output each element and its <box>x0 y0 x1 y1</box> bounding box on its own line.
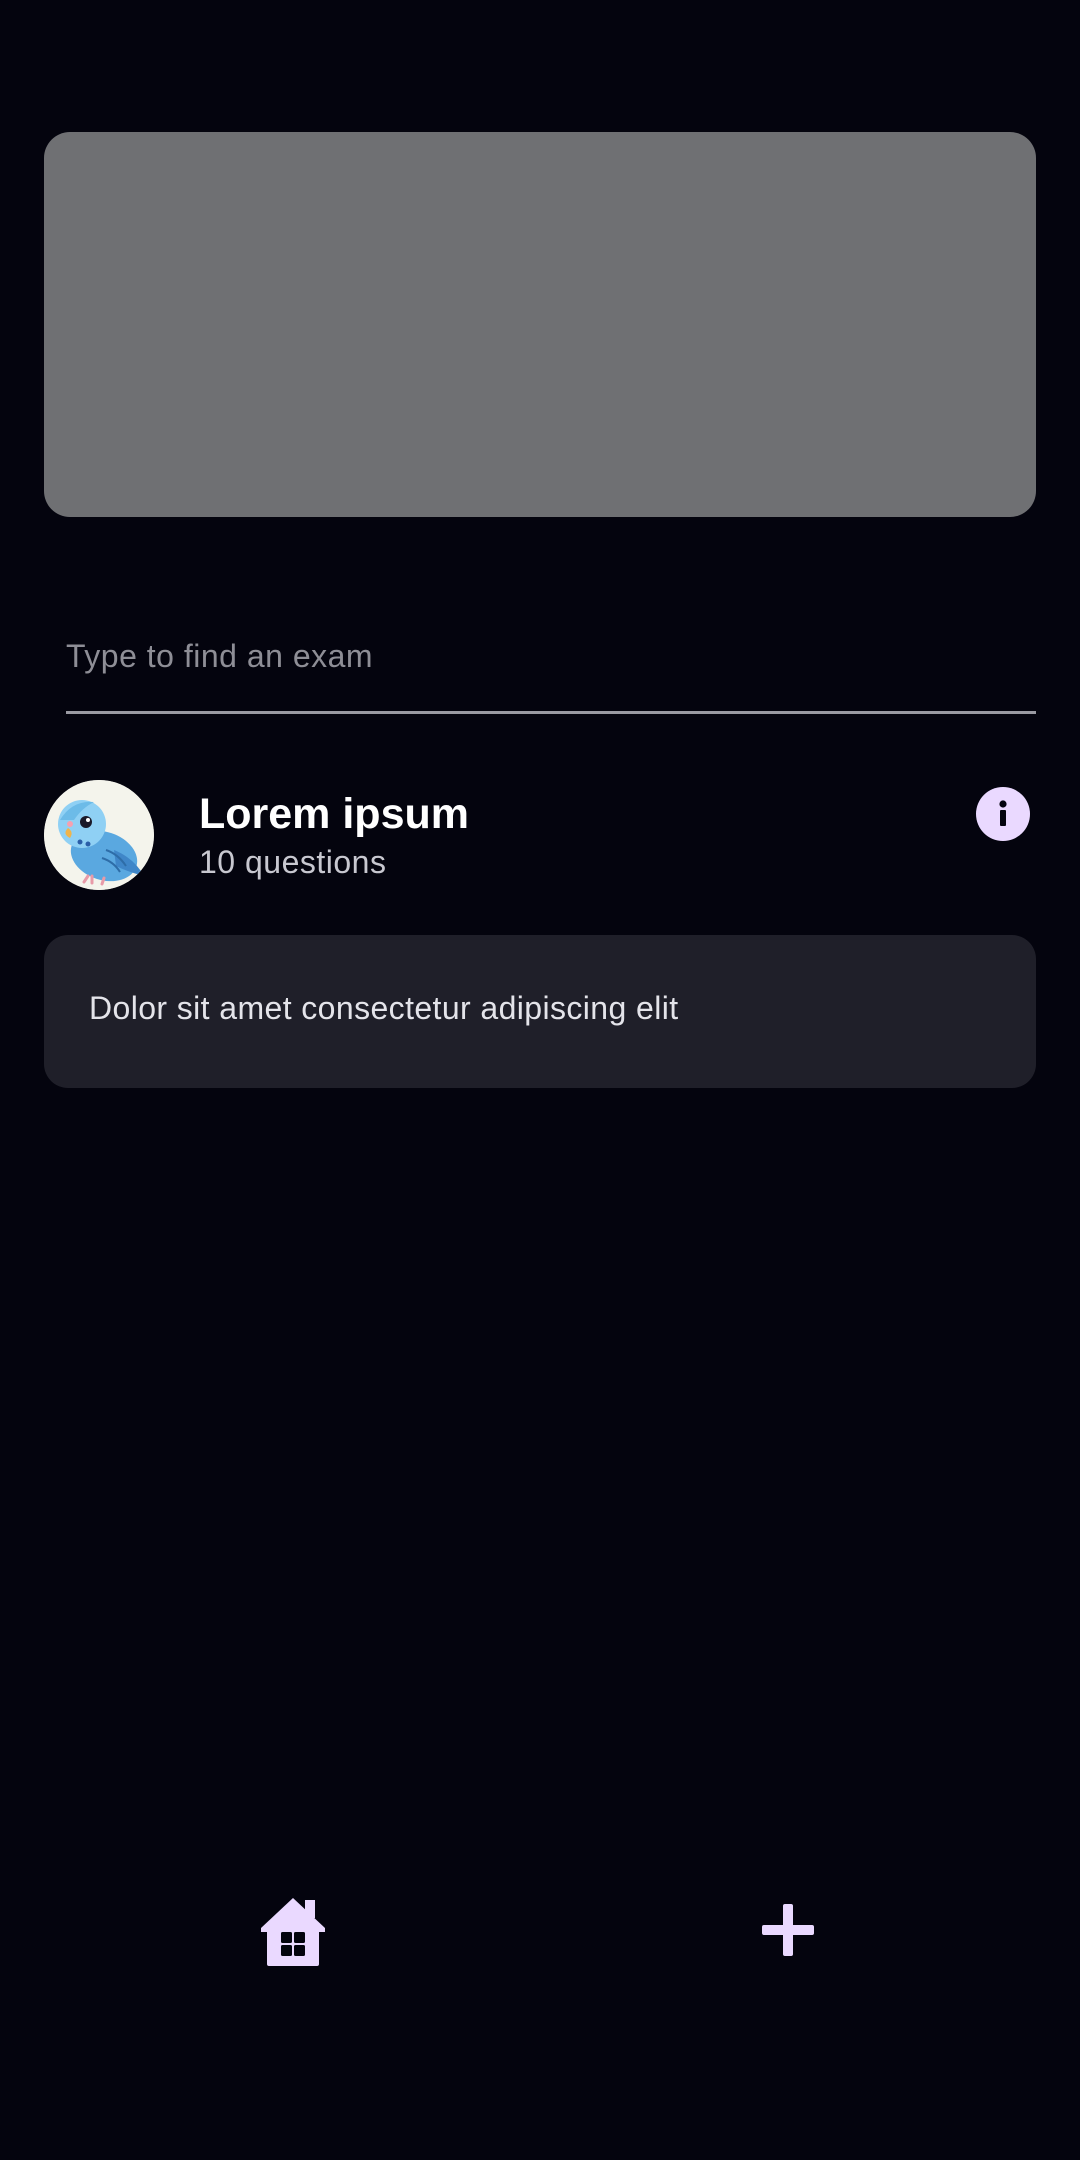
info-icon <box>999 800 1007 826</box>
exam-avatar <box>44 780 154 890</box>
exam-description-card: Dolor sit amet consectetur adipiscing el… <box>44 935 1036 1088</box>
home-icon <box>261 1898 325 1966</box>
search-input[interactable] <box>66 628 1036 684</box>
bottom-navigation <box>0 1880 1080 1980</box>
banner-placeholder <box>44 132 1036 517</box>
exam-description: Dolor sit amet consectetur adipiscing el… <box>89 990 679 1026</box>
budgie-bird-avatar-icon <box>44 780 154 890</box>
plus-icon <box>762 1904 814 1956</box>
exam-list-item[interactable]: Lorem ipsum 10 questions <box>44 780 1036 892</box>
exam-title: Lorem ipsum <box>199 790 469 838</box>
home-button[interactable] <box>243 1880 343 1980</box>
search-field[interactable] <box>66 600 1036 714</box>
add-exam-button[interactable] <box>738 1880 838 1980</box>
exam-question-count: 10 questions <box>199 844 387 880</box>
info-button[interactable] <box>976 787 1030 841</box>
